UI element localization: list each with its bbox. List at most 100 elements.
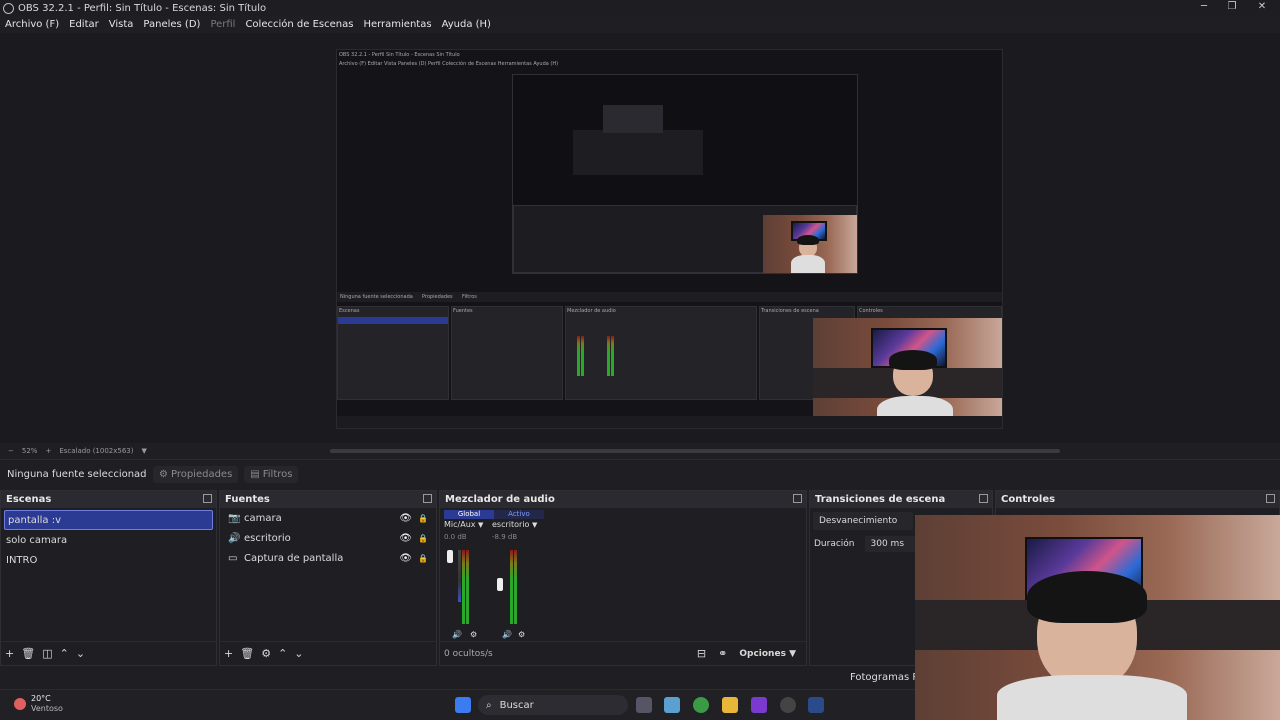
volume-slider[interactable] <box>497 578 503 591</box>
channel-db: 0.0 dB <box>444 533 467 541</box>
sources-dock: Fuentes 📷 camara 👁 🔒 🔊 escritorio 👁 🔒 ▭ … <box>219 490 437 666</box>
nested-controls-title: Controles <box>859 308 883 314</box>
folder-icon[interactable] <box>722 697 738 713</box>
source-label: Captura de pantalla <box>244 552 344 564</box>
properties-label: Propiedades <box>170 469 233 480</box>
mixer-footer: 0 ocultos/s ⊟ ⚭ Opciones ▼ <box>440 641 806 665</box>
duration-input[interactable]: 300 ms <box>864 536 920 552</box>
task-view-icon[interactable] <box>636 697 652 713</box>
menu-perfil[interactable]: Perfil <box>210 19 235 30</box>
obs-taskbar-icon[interactable] <box>780 697 796 713</box>
weather-widget[interactable]: 20°C Ventoso <box>14 694 63 714</box>
sources-footer: + 🗑 ⚙ ⌃ ⌄ <box>220 641 436 665</box>
nested-transitions-title: Transiciones de escena <box>761 308 819 314</box>
preview-scrollbar[interactable] <box>330 449 1060 453</box>
add-icon[interactable]: + <box>5 647 14 660</box>
eye-icon[interactable]: 👁 <box>399 513 412 524</box>
taskbar-search[interactable]: ⌕ Buscar <box>478 695 628 715</box>
weather-text: Ventoso <box>31 704 63 713</box>
filters-button[interactable]: ▤ Filtros <box>244 466 299 483</box>
properties-button[interactable]: ⚙ Propiedades <box>153 466 239 483</box>
arrow-up-icon[interactable]: ⌃ <box>60 647 69 660</box>
preview-canvas[interactable]: OBS 32.2.1 - Perfil Sin Título - Escenas… <box>0 33 1280 443</box>
channel-name[interactable]: escritorio ▼ <box>492 520 538 529</box>
layout-icon[interactable]: ⊟ <box>697 647 706 660</box>
scene-item[interactable]: INTRO <box>1 550 216 570</box>
filter-icon[interactable]: ◫ <box>42 647 52 660</box>
menu-bar: Archivo (F) Editar Vista Paneles (D) Per… <box>0 16 1280 33</box>
mixer-channel: Mic/Aux ▼ 0.0 dB 🔊 ⚙ <box>444 520 490 640</box>
undock-icon[interactable] <box>793 494 802 503</box>
source-label: camara <box>244 512 282 524</box>
eye-icon[interactable]: 👁 <box>399 533 412 544</box>
scene-item[interactable]: solo camara <box>1 530 216 550</box>
scaling-label: Escalado (1002x563) <box>59 447 134 455</box>
maximize-button[interactable]: ❐ <box>1216 0 1248 16</box>
close-button[interactable]: ✕ <box>1246 0 1278 16</box>
link-icon[interactable]: ⚭ <box>718 647 727 660</box>
arrow-up-icon[interactable]: ⌃ <box>278 647 287 660</box>
scene-item[interactable]: pantalla :v <box>4 510 213 530</box>
app-icon[interactable] <box>664 697 680 713</box>
obs-logo-icon <box>3 2 14 14</box>
source-item[interactable]: ▭ Captura de pantalla 👁 🔒 <box>220 548 436 568</box>
undock-icon[interactable] <box>1266 494 1275 503</box>
eye-icon[interactable]: 👁 <box>399 553 412 564</box>
undock-icon[interactable] <box>979 494 988 503</box>
steam-icon[interactable] <box>808 697 824 713</box>
gear-icon[interactable]: ⚙ <box>518 630 525 639</box>
chrome-icon[interactable] <box>693 697 709 713</box>
app-icon[interactable] <box>751 697 767 713</box>
speaker-icon[interactable]: 🔊 <box>502 630 512 639</box>
trash-icon[interactable]: 🗑 <box>21 647 35 660</box>
arrow-down-icon[interactable]: ⌄ <box>294 647 303 660</box>
tab-activo[interactable]: Activo <box>494 510 544 519</box>
channel-name[interactable]: Mic/Aux ▼ <box>444 520 490 529</box>
no-source-label: Ninguna fuente seleccionada <box>7 469 147 480</box>
speaker-icon[interactable]: 🔊 <box>452 630 462 639</box>
add-icon[interactable]: + <box>224 647 233 660</box>
nested-window-title: OBS 32.2.1 - Perfil Sin Título - Escenas… <box>339 52 460 58</box>
menu-paneles[interactable]: Paneles (D) <box>143 19 200 30</box>
lock-icon[interactable]: 🔒 <box>418 534 428 543</box>
zoom-level: 52% <box>21 447 38 455</box>
nested-sources-dock <box>451 306 563 400</box>
nested-mixer-dock <box>565 306 757 400</box>
menu-editar[interactable]: Editar <box>69 19 99 30</box>
menu-herramientas[interactable]: Herramientas <box>363 19 431 30</box>
windows-start-icon[interactable] <box>455 697 471 713</box>
lock-icon[interactable]: 🔒 <box>418 554 428 563</box>
arrow-down-icon[interactable]: ⌄ <box>76 647 85 660</box>
weather-icon <box>14 698 26 710</box>
undock-icon[interactable] <box>203 494 212 503</box>
options-button[interactable]: Opciones ▼ <box>739 649 796 659</box>
scenes-dock: Escenas pantalla :v solo camara INTRO + … <box>0 490 217 666</box>
temperature: 20°C <box>31 694 51 703</box>
menu-archivo[interactable]: Archivo (F) <box>5 19 59 30</box>
search-label: Buscar <box>499 699 534 711</box>
nested-menu: Archivo (F) Editar Vista Paneles (D) Per… <box>339 61 559 67</box>
camera-icon: 📷 <box>228 512 241 524</box>
tab-global[interactable]: Global <box>444 510 494 519</box>
menu-coleccion-escenas[interactable]: Colección de Escenas <box>245 19 353 30</box>
lock-icon[interactable]: 🔒 <box>418 514 428 523</box>
window-title: OBS 32.2.1 - Perfil: Sin Título - Escena… <box>18 2 267 14</box>
transition-select[interactable]: Desvanecimiento <box>813 512 913 530</box>
zoom-bar: − 52% + Escalado (1002x563) ▼ <box>0 443 1280 459</box>
source-item[interactable]: 🔊 escritorio 👁 🔒 <box>220 528 436 548</box>
gear-icon: ⚙ <box>159 469 168 480</box>
trash-icon[interactable]: 🗑 <box>240 647 254 660</box>
gear-icon[interactable]: ⚙ <box>470 630 477 639</box>
undock-icon[interactable] <box>423 494 432 503</box>
menu-vista[interactable]: Vista <box>109 19 134 30</box>
source-item[interactable]: 📷 camara 👁 🔒 <box>220 508 436 528</box>
volume-slider[interactable] <box>447 550 453 563</box>
scaling-dropdown-icon[interactable]: ▼ <box>142 447 147 455</box>
zoom-in-button[interactable]: + <box>45 447 51 455</box>
speaker-icon: 🔊 <box>228 532 241 544</box>
menu-ayuda[interactable]: Ayuda (H) <box>442 19 491 30</box>
audio-mixer-dock: Mezclador de audio Global Activo Mic/Aux… <box>439 490 807 666</box>
gear-icon[interactable]: ⚙ <box>261 647 271 660</box>
title-bar: OBS 32.2.1 - Perfil: Sin Título - Escena… <box>0 0 1280 16</box>
zoom-out-button[interactable]: − <box>8 447 14 455</box>
